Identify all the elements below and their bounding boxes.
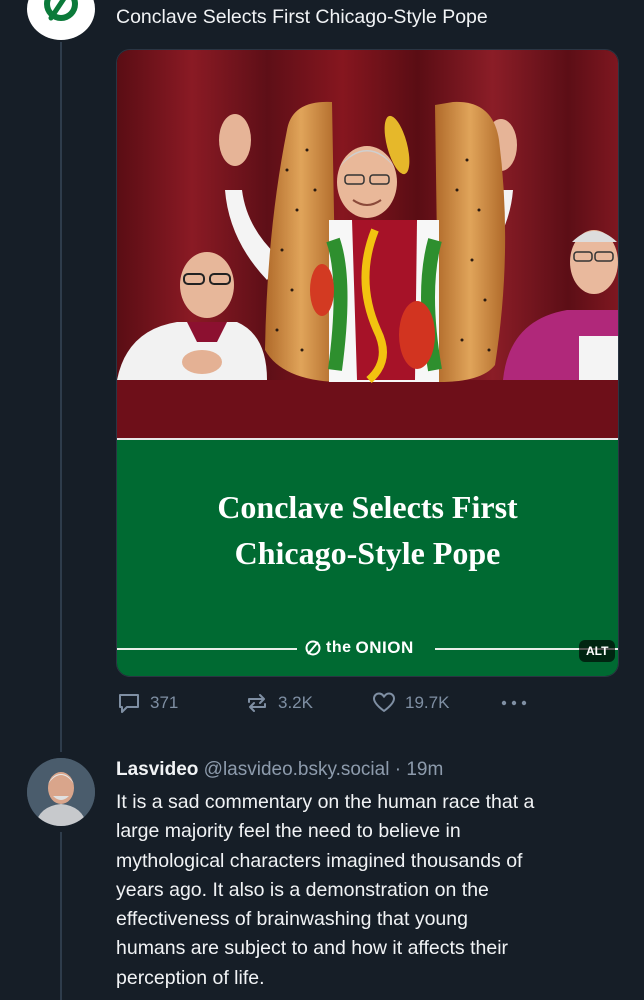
reply-line: mythological characters imagined thousan… <box>116 849 523 872</box>
reply-text: It is a sad commentary on the human race… <box>116 788 616 993</box>
thread-line-bottom <box>60 832 62 1000</box>
card-photo[interactable] <box>117 50 618 440</box>
more-icon <box>501 700 527 706</box>
reply-line: perception of life. <box>116 966 265 989</box>
like-button[interactable]: 19.7K <box>371 690 449 716</box>
reply-count: 371 <box>150 693 179 712</box>
card-headline: Conclave Selects First Chicago-Style Pop… <box>117 484 618 576</box>
reply-line: It is a sad commentary on the human race… <box>116 791 535 813</box>
brand-name: ONION <box>355 638 414 657</box>
card-banner[interactable]: Conclave Selects First Chicago-Style Pop… <box>117 440 618 676</box>
reply-header: Lasvideo @lasvideo.bsky.social · 19m <box>116 759 443 781</box>
thread-line-top <box>60 42 62 752</box>
more-button[interactable] <box>498 690 530 716</box>
onion-logo-icon <box>44 0 78 21</box>
onion-avatar[interactable] <box>27 0 95 40</box>
repost-button[interactable]: 3.2K <box>244 690 313 716</box>
onion-logo-icon <box>305 640 321 656</box>
reply-line: years ago. It also is a demonstration on… <box>116 878 489 901</box>
author-handle[interactable]: @lasvideo.bsky.social <box>204 759 390 780</box>
pope-hotdog-image <box>117 50 618 440</box>
reply-button[interactable]: 371 <box>116 690 178 716</box>
author-name[interactable]: Lasvideo <box>116 759 198 780</box>
avatar[interactable] <box>27 758 95 826</box>
like-count: 19.7K <box>405 693 450 712</box>
onion-brand: the ONION <box>304 637 414 659</box>
reply-line: humans are subject to and how it affects… <box>116 937 509 960</box>
user-avatar-image <box>27 758 95 826</box>
brand-divider-left <box>117 648 297 650</box>
heart-icon <box>373 692 395 712</box>
post-actions: 371 3.2K 19.7K <box>116 690 636 724</box>
reply-line: effectiveness of brainwashing that young <box>116 908 468 931</box>
brand-prefix: the <box>326 639 352 656</box>
link-card[interactable]: Conclave Selects First Chicago-Style Pop… <box>116 49 619 677</box>
post-text: Conclave Selects First Chicago-Style Pop… <box>116 6 488 28</box>
repost-icon <box>248 694 266 712</box>
card-headline-line2: Chicago-Style Pope <box>234 535 501 571</box>
card-headline-line1: Conclave Selects First <box>217 489 518 525</box>
comment-icon <box>119 694 139 713</box>
brand-row: the ONION <box>117 638 618 657</box>
alt-text-badge[interactable]: ALT <box>579 640 616 662</box>
post-time[interactable]: · 19m <box>395 759 444 780</box>
reply-line: large majority feel the need to believe … <box>116 820 461 843</box>
repost-count: 3.2K <box>278 693 313 712</box>
